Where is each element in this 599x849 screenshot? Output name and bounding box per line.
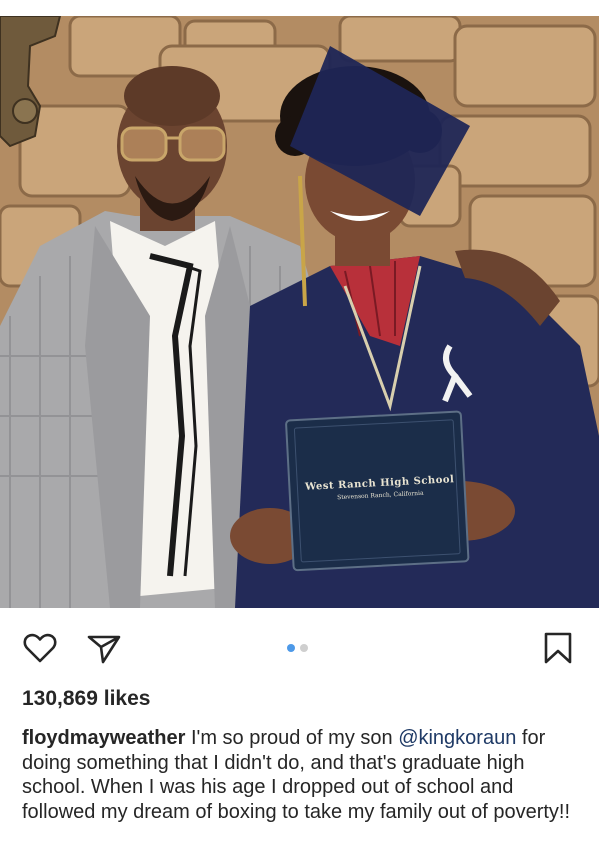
carousel-dot (300, 644, 308, 652)
heart-icon (23, 633, 57, 663)
bookmark-icon (544, 632, 572, 664)
likes-count[interactable]: 130,869 likes (22, 687, 150, 711)
like-button[interactable] (22, 630, 58, 666)
paper-plane-icon (87, 635, 121, 664)
post-caption: floydmayweather I'm so proud of my son @… (22, 726, 592, 824)
caption-text-before: I'm so proud of my son (185, 727, 399, 749)
post-photo[interactable]: West Ranch High School Stevenson Ranch, … (0, 16, 599, 608)
instagram-post: West Ranch High School Stevenson Ranch, … (0, 0, 599, 849)
share-button[interactable] (86, 630, 122, 666)
caption-mention[interactable]: @kingkoraun (398, 727, 516, 749)
carousel-dot-active (287, 644, 295, 652)
save-button[interactable] (540, 630, 576, 666)
post-action-bar (0, 608, 599, 686)
graduation-photo-illustration (0, 16, 599, 608)
diploma-cover (285, 410, 470, 572)
caption-username[interactable]: floydmayweather (22, 727, 185, 749)
carousel-indicator (287, 644, 308, 654)
